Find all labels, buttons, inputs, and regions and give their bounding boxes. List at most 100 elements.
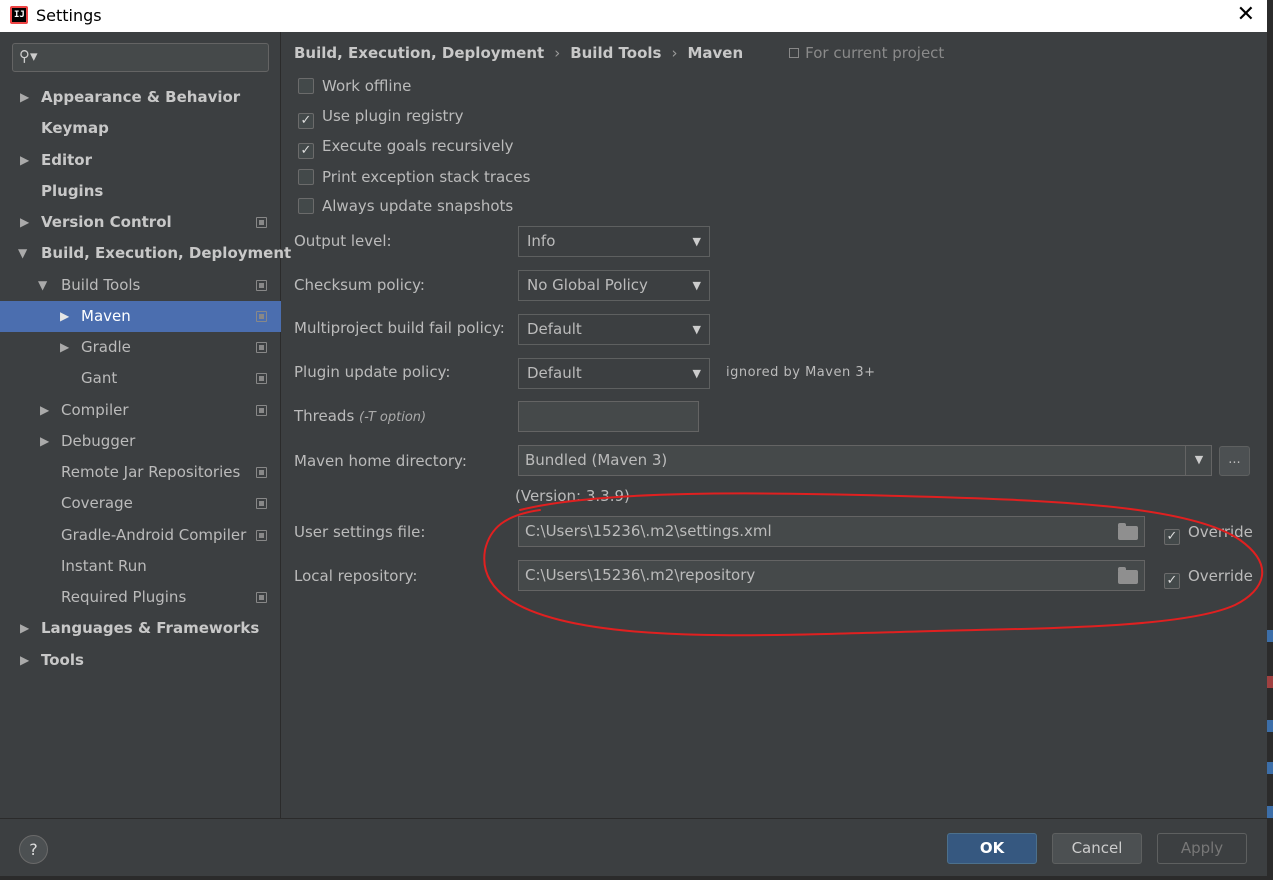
checksum-policy-select[interactable]: No Global Policy ▼ — [518, 270, 710, 301]
settings-search-input[interactable]: ⚲▾ — [12, 43, 269, 72]
user-settings-input[interactable]: C:\Users\15236\.m2\settings.xml — [518, 516, 1145, 547]
bottom-edge — [0, 876, 1267, 880]
sidebar-item-compiler[interactable]: ▶ Compiler — [0, 395, 281, 426]
sidebar-item-keymap[interactable]: Keymap — [0, 113, 281, 144]
sidebar-item-label: Tools — [41, 651, 84, 669]
multiproject-fail-policy-label: Multiproject build fail policy: — [294, 319, 505, 337]
sidebar-item-label: Maven — [81, 307, 131, 325]
sidebar-item-remote-jar-repositories[interactable]: Remote Jar Repositories — [0, 457, 281, 488]
sidebar-item-label: Debugger — [61, 432, 136, 450]
project-scope-icon — [256, 373, 267, 384]
breadcrumb-separator: › — [671, 44, 678, 62]
sidebar-item-gradle-android-compiler[interactable]: Gradle-Android Compiler — [0, 520, 281, 551]
sidebar-item-build-execution-deployment[interactable]: ▼ Build, Execution, Deployment — [0, 238, 291, 269]
breadcrumb-build-tools[interactable]: Build Tools — [570, 44, 661, 62]
chevron-right-icon: ▶ — [20, 215, 30, 229]
project-scope-icon — [789, 48, 800, 58]
sidebar-item-editor[interactable]: ▶ Editor — [0, 145, 281, 176]
local-repository-label: Local repository: — [294, 567, 418, 585]
threads-input[interactable] — [518, 401, 699, 432]
checkmark-icon[interactable]: ✓ — [298, 113, 314, 129]
search-icon: ⚲▾ — [19, 47, 38, 65]
execute-goals-recursively-checkbox[interactable]: ✓ Execute goals recursively — [298, 134, 514, 159]
close-icon[interactable]: ✕ — [1237, 2, 1255, 27]
checksum-policy-label: Checksum policy: — [294, 276, 425, 294]
plugin-update-policy-select[interactable]: Default ▼ — [518, 358, 710, 389]
sidebar-item-gradle[interactable]: ▶ Gradle — [0, 332, 281, 363]
maven-settings-panel: Build, Execution, Deployment › Build Tools… — [282, 32, 1267, 818]
checkmark-icon[interactable]: ✓ — [298, 143, 314, 159]
output-level-select[interactable]: Info ▼ — [518, 226, 710, 257]
sidebar-item-label: Plugins — [41, 182, 104, 200]
threads-option-hint: (-T option) — [359, 410, 427, 425]
sidebar-item-build-tools[interactable]: ▼ Build Tools — [0, 270, 281, 301]
plugin-update-policy-label: Plugin update policy: — [294, 363, 451, 381]
sidebar-item-label: Compiler — [61, 401, 129, 419]
ok-button[interactable]: OK — [947, 833, 1037, 864]
sidebar-item-debugger[interactable]: ▶ Debugger — [0, 426, 281, 457]
sidebar-item-tools[interactable]: ▶ Tools — [0, 645, 281, 676]
local-repository-input[interactable]: C:\Users\15236\.m2\repository — [518, 560, 1145, 591]
project-scope-icon — [256, 498, 267, 509]
multiproject-fail-policy-select[interactable]: Default ▼ — [518, 314, 710, 345]
folder-icon[interactable] — [1118, 567, 1138, 584]
plugin-update-policy-hint: ignored by Maven 3+ — [726, 365, 876, 380]
project-scope-icon — [256, 405, 267, 416]
work-offline-checkbox[interactable]: Work offline — [298, 74, 411, 98]
sidebar-item-label: Version Control — [41, 213, 172, 231]
chevron-down-icon: ▼ — [692, 367, 701, 380]
dialog-footer: ? OK Cancel Apply — [0, 818, 1267, 880]
execute-goals-recursively-label: Execute goals recursively — [322, 137, 514, 155]
chevron-right-icon: ▶ — [40, 403, 50, 417]
plugin-update-policy-value: Default — [527, 364, 582, 382]
checkmark-icon[interactable]: ✓ — [1164, 529, 1180, 545]
chevron-down-icon: ▼ — [692, 235, 701, 248]
background-editor-strip — [1267, 0, 1273, 880]
sidebar-item-label: Remote Jar Repositories — [61, 463, 241, 481]
threads-label: Threads (-T option) — [294, 407, 426, 425]
always-update-snapshots-label: Always update snapshots — [322, 197, 514, 215]
user-settings-override-label: Override — [1188, 523, 1253, 541]
checkbox-box[interactable] — [298, 198, 314, 214]
chevron-down-icon[interactable]: ▼ — [1185, 445, 1212, 476]
sidebar-item-version-control[interactable]: ▶ Version Control — [0, 207, 281, 238]
local-repository-override-checkbox[interactable]: ✓ Override — [1164, 564, 1253, 589]
sidebar-item-gant[interactable]: Gant — [0, 363, 281, 394]
sidebar-item-appearance-behavior[interactable]: ▶ Appearance & Behavior — [0, 82, 281, 113]
use-plugin-registry-checkbox[interactable]: ✓ Use plugin registry — [298, 104, 463, 129]
print-exception-stack-traces-checkbox[interactable]: Print exception stack traces — [298, 165, 530, 189]
project-scope-icon — [256, 592, 267, 603]
checkbox-box[interactable] — [298, 78, 314, 94]
chevron-right-icon: ▶ — [20, 653, 30, 667]
threads-label-text: Threads — [294, 407, 355, 425]
checkbox-box[interactable] — [298, 169, 314, 185]
sidebar-item-instant-run[interactable]: Instant Run — [0, 551, 281, 582]
sidebar-item-languages-frameworks[interactable]: ▶ Languages & Frameworks — [0, 613, 281, 644]
chevron-down-icon: ▼ — [692, 323, 701, 336]
maven-home-label: Maven home directory: — [294, 452, 467, 470]
apply-button[interactable]: Apply — [1157, 833, 1247, 864]
sidebar-item-label: Build, Execution, Deployment — [41, 244, 292, 262]
sidebar-item-required-plugins[interactable]: Required Plugins — [0, 582, 281, 613]
folder-icon[interactable] — [1118, 523, 1138, 540]
sidebar-item-label: Gant — [81, 369, 118, 387]
always-update-snapshots-checkbox[interactable]: Always update snapshots — [298, 194, 513, 218]
sidebar-item-maven[interactable]: ▶ Maven — [0, 301, 281, 332]
sidebar-item-label: Gradle — [81, 338, 131, 356]
output-level-value: Info — [527, 232, 556, 250]
cancel-button[interactable]: Cancel — [1052, 833, 1142, 864]
sidebar-item-label: Instant Run — [61, 557, 147, 575]
chevron-right-icon: ▶ — [40, 434, 50, 448]
sidebar-item-label: Coverage — [61, 494, 133, 512]
window-title: Settings — [36, 6, 102, 25]
maven-home-select[interactable]: Bundled (Maven 3) — [518, 445, 1212, 476]
breadcrumb-build-execution-deployment[interactable]: Build, Execution, Deployment — [294, 44, 544, 62]
user-settings-override-checkbox[interactable]: ✓ Override — [1164, 520, 1253, 545]
sidebar-item-plugins[interactable]: Plugins — [0, 176, 281, 207]
sidebar-item-coverage[interactable]: Coverage — [0, 488, 281, 519]
maven-home-browse-button[interactable]: ... — [1219, 446, 1250, 476]
chevron-right-icon: ▶ — [60, 309, 70, 323]
project-scope-icon — [256, 467, 267, 478]
help-button[interactable]: ? — [19, 835, 48, 864]
checkmark-icon[interactable]: ✓ — [1164, 573, 1180, 589]
